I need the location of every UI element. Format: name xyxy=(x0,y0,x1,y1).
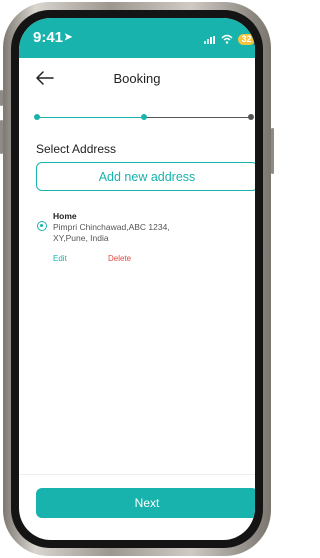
stepper-dot xyxy=(248,114,254,120)
footer-divider xyxy=(19,474,255,475)
phone-bezel: 9:41➤ 32 Booking Select Address Add new … xyxy=(11,10,263,548)
stepper-line xyxy=(144,117,251,118)
phone-frame: 9:41➤ 32 Booking Select Address Add new … xyxy=(0,2,274,556)
next-button[interactable]: Next xyxy=(36,488,255,518)
delete-address-link[interactable]: Delete xyxy=(108,254,131,263)
progress-stepper xyxy=(34,113,254,123)
status-time-text: 9:41 xyxy=(33,29,64,46)
battery-icon: 32 xyxy=(238,34,255,45)
add-address-button[interactable]: Add new address xyxy=(36,162,255,191)
status-time: 9:41➤ xyxy=(33,29,72,46)
wifi-icon xyxy=(221,33,233,45)
stepper-dot xyxy=(34,114,40,120)
address-name: Home xyxy=(53,211,77,221)
page-title: Booking xyxy=(113,71,161,86)
status-bar: 9:41➤ 32 xyxy=(19,18,255,58)
address-line-2: XY,Pune, India xyxy=(53,233,109,243)
side-button-right xyxy=(271,128,274,174)
side-button-left xyxy=(0,90,3,106)
screen: 9:41➤ 32 Booking Select Address Add new … xyxy=(19,18,255,540)
address-line-1: Pimpri Chinchawad,ABC 1234, xyxy=(53,222,170,232)
app-header: Booking xyxy=(19,58,255,98)
stepper-line xyxy=(37,117,144,118)
edit-address-link[interactable]: Edit xyxy=(53,254,67,263)
signal-icon xyxy=(204,36,216,44)
location-arrow-icon: ➤ xyxy=(64,32,73,43)
side-button-left-2 xyxy=(0,120,3,154)
address-radio[interactable] xyxy=(37,221,47,231)
section-title: Select Address xyxy=(36,142,117,156)
stepper-dot xyxy=(141,114,147,120)
